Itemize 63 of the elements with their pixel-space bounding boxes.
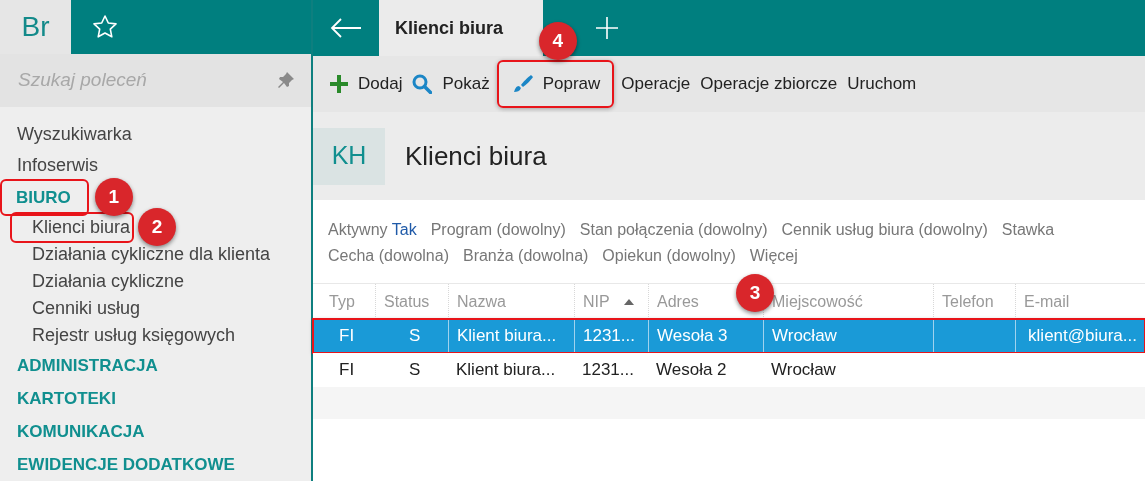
table-cell-text: Klient biura... <box>456 325 557 348</box>
page-title: Klienci biura <box>405 139 547 173</box>
column-header[interactable]: NIP <box>583 289 634 314</box>
filter-link[interactable]: Cecha (dowolna) <box>328 244 449 268</box>
table-cell-text: Wrocław <box>771 325 837 348</box>
menu-item[interactable]: Działania cykliczne <box>16 268 187 295</box>
filter-link[interactable]: Program (dowolny) <box>430 218 566 242</box>
pin-icon <box>277 71 295 90</box>
column-header[interactable]: Adres <box>657 289 699 314</box>
table-cell-text: S <box>408 325 421 348</box>
toolbar-button[interactable]: Operacje zbiorcze <box>697 60 841 108</box>
table-row[interactable]: FI S Klient biura... 1231... Wesoła 3 Wrocław klient@biura... <box>313 319 1145 353</box>
table-cell-text: klient@biura... <box>1028 325 1137 348</box>
column-header[interactable]: Typ <box>329 289 355 314</box>
column-header[interactable]: Miejscowość <box>772 289 863 314</box>
table-cell-text: Wrocław <box>770 359 836 382</box>
callout-badge: 2 <box>138 208 177 246</box>
table-cell-text: FI <box>338 359 355 382</box>
menu-item[interactable]: Wyszukiwarka <box>16 119 133 150</box>
back-arrow-icon[interactable] <box>330 18 362 38</box>
table-cell-text: FI <box>338 325 355 348</box>
filter-link[interactable]: Więcej <box>749 244 798 268</box>
column-header[interactable]: Telefon <box>942 289 994 314</box>
plus-icon <box>330 75 348 93</box>
search-icon <box>412 74 433 94</box>
column-header[interactable]: E-mail <box>1024 289 1070 314</box>
menu-item[interactable]: Cenniki usług <box>16 295 143 322</box>
menu-item[interactable]: Infoserwis <box>16 150 100 181</box>
menu-item[interactable]: Klienci biura <box>12 214 133 241</box>
table-cell-text: 1231... <box>581 359 634 382</box>
menu-item[interactable]: Rejestr usług księgowych <box>16 322 238 349</box>
toolbar-button[interactable]: Popraw <box>496 60 615 108</box>
toolbar-button[interactable]: Uruchom <box>844 60 920 108</box>
toolbar-button[interactable]: Pokaż <box>409 60 493 108</box>
toolbar-button[interactable]: Operacje <box>618 60 694 108</box>
tab[interactable]: Klienci biura <box>379 0 543 56</box>
filter-link[interactable]: Opiekun (dowolny) <box>602 244 736 268</box>
pin-button[interactable] <box>261 53 311 107</box>
module-badge: KH <box>313 127 385 185</box>
table-cell-text: Klient biura... <box>455 359 556 382</box>
table-cell-text: Wesoła 2 <box>655 359 727 382</box>
search-field[interactable]: Szukaj poleceń <box>0 53 261 107</box>
toolbar-button[interactable]: Dodaj <box>327 60 406 108</box>
filter-link[interactable]: Aktywny Tak <box>328 218 417 242</box>
filter-link[interactable]: Branża (dowolna) <box>462 244 589 268</box>
star-icon[interactable] <box>92 13 118 40</box>
column-header[interactable]: Nazwa <box>457 289 506 314</box>
table-cell-text: S <box>408 359 421 382</box>
callout-badge: 1 <box>94 178 133 216</box>
app-logo[interactable]: Br <box>0 0 71 54</box>
section-header[interactable]: ADMINISTRACJA <box>16 349 159 382</box>
section-header[interactable]: EWIDENCJE DODATKOWE <box>16 448 236 481</box>
filter-link[interactable]: Cennik usług biura (dowolny) <box>781 218 988 242</box>
sort-ascending-icon <box>623 298 634 305</box>
section-header[interactable]: KARTOTEKI <box>16 382 117 415</box>
table-cell-text: 1231... <box>582 325 635 348</box>
section-header[interactable]: BIURO <box>2 181 87 214</box>
filter-link[interactable]: Stawka <box>1001 218 1055 242</box>
filter-link[interactable]: Stan połączenia (dowolny) <box>579 218 768 242</box>
column-header[interactable]: Status <box>384 289 430 314</box>
table-cell-text: Wesoła 3 <box>656 325 728 348</box>
plus-icon[interactable] <box>595 16 619 40</box>
section-header[interactable]: KOMUNIKACJA <box>16 415 146 448</box>
